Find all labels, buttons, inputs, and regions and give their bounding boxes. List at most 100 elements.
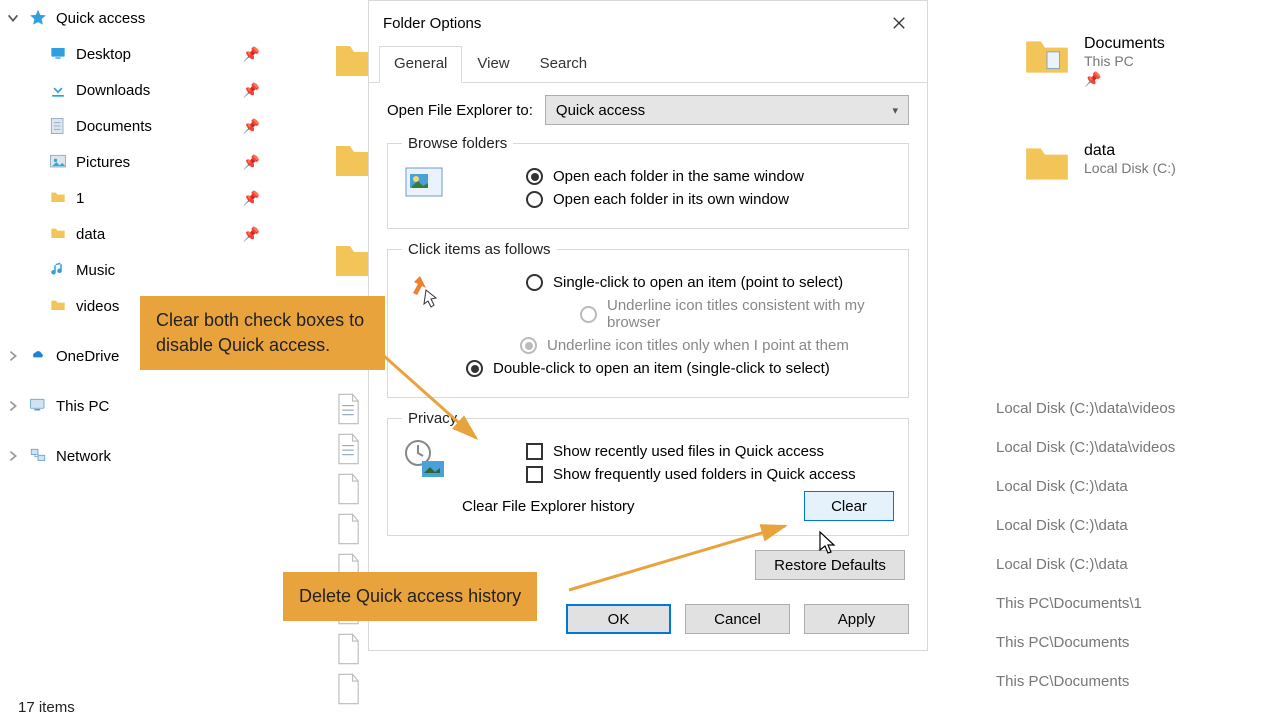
- folder-item-data[interactable]: data Local Disk (C:): [1022, 142, 1176, 184]
- recent-path[interactable]: Local Disk (C:)\data: [996, 478, 1128, 495]
- folder-icon: [1022, 142, 1072, 184]
- check-recent-files[interactable]: Show recently used files in Quick access: [462, 443, 894, 460]
- click-icon: [402, 268, 446, 312]
- callout-clear-checkboxes: Clear both check boxes to disable Quick …: [140, 296, 385, 370]
- nav-desktop[interactable]: Desktop 📌: [0, 36, 274, 72]
- radio-single-click[interactable]: Single-click to open an item (point to s…: [462, 274, 894, 291]
- desktop-icon: [48, 44, 68, 64]
- nav-label: Pictures: [76, 154, 130, 171]
- star-icon: [28, 8, 48, 28]
- file-icon[interactable]: [334, 392, 362, 426]
- cursor-icon: [818, 530, 838, 556]
- nav-label: Desktop: [76, 46, 131, 63]
- click-items-group: Click items as follows Single-click to o…: [387, 241, 909, 398]
- pin-icon: 📌: [243, 190, 260, 207]
- file-icon[interactable]: [334, 632, 362, 666]
- file-icon[interactable]: [334, 472, 362, 506]
- nav-label: Documents: [76, 118, 152, 135]
- folder-options-dialog: Folder Options General View Search Open …: [368, 0, 928, 651]
- nav-label: 1: [76, 190, 84, 207]
- browse-icon: [402, 162, 446, 206]
- clear-history-label: Clear File Explorer history: [462, 498, 635, 515]
- radio-underline-point: Underline icon titles only when I point …: [402, 337, 894, 354]
- nav-label: videos: [76, 298, 119, 315]
- chevron-down-icon: ▾: [892, 104, 898, 117]
- radio-icon: [526, 191, 543, 208]
- privacy-group: Privacy Show recently used files in Quic…: [387, 410, 909, 536]
- recent-path[interactable]: This PC\Documents: [996, 634, 1129, 651]
- ok-button[interactable]: OK: [566, 604, 671, 634]
- nav-downloads[interactable]: Downloads 📌: [0, 72, 274, 108]
- recent-path[interactable]: Local Disk (C:)\data: [996, 556, 1128, 573]
- radio-icon: [520, 337, 537, 354]
- folder-icon: [1022, 35, 1072, 77]
- nav-label: Downloads: [76, 82, 150, 99]
- cancel-button[interactable]: Cancel: [685, 604, 790, 634]
- file-icon[interactable]: [334, 432, 362, 466]
- tab-general[interactable]: General: [379, 46, 462, 83]
- browse-folders-group: Browse folders Open each folder in the s…: [387, 135, 909, 229]
- dialog-titlebar[interactable]: Folder Options: [369, 1, 927, 45]
- tab-view[interactable]: View: [462, 46, 524, 83]
- recent-path[interactable]: This PC\Documents\1: [996, 595, 1142, 612]
- nav-pictures[interactable]: Pictures 📌: [0, 144, 274, 180]
- close-button[interactable]: [881, 5, 917, 41]
- thispc-icon: [28, 396, 48, 416]
- clear-button[interactable]: Clear: [804, 491, 894, 521]
- recent-path[interactable]: Local Disk (C:)\data\videos: [996, 400, 1175, 417]
- onedrive-icon: [28, 346, 48, 366]
- folder-icon: [48, 188, 68, 208]
- radio-same-window[interactable]: Open each folder in the same window: [462, 168, 894, 185]
- radio-label: Underline icon titles consistent with my…: [607, 297, 894, 331]
- nav-folder-1[interactable]: 1 📌: [0, 180, 274, 216]
- nav-documents[interactable]: Documents 📌: [0, 108, 274, 144]
- privacy-icon: [402, 437, 446, 481]
- nav-music[interactable]: Music: [0, 252, 274, 288]
- nav-network[interactable]: Network: [0, 438, 274, 474]
- radio-label: Open each folder in the same window: [553, 168, 804, 185]
- nav-folder-data[interactable]: data 📌: [0, 216, 274, 252]
- check-label: Show frequently used folders in Quick ac…: [553, 466, 856, 483]
- pin-icon: 📌: [1084, 71, 1165, 88]
- pin-icon: 📌: [243, 82, 260, 99]
- radio-icon: [466, 360, 483, 377]
- nav-label: Music: [76, 262, 115, 279]
- recent-path[interactable]: This PC\Documents: [996, 673, 1129, 690]
- nav-label: Quick access: [56, 10, 145, 27]
- radio-double-click[interactable]: Double-click to open an item (single-cli…: [402, 360, 894, 377]
- nav-label: Network: [56, 448, 111, 465]
- nav-thispc[interactable]: This PC: [0, 388, 274, 424]
- radio-label: Single-click to open an item (point to s…: [553, 274, 843, 291]
- recent-path[interactable]: Local Disk (C:)\data\videos: [996, 439, 1175, 456]
- radio-icon: [526, 168, 543, 185]
- folder-item-documents[interactable]: Documents This PC 📌: [1022, 35, 1165, 88]
- check-label: Show recently used files in Quick access: [553, 443, 824, 460]
- radio-icon: [580, 306, 597, 323]
- chevron-right-icon: [6, 449, 20, 463]
- dialog-title: Folder Options: [383, 15, 481, 32]
- check-frequent-folders[interactable]: Show frequently used folders in Quick ac…: [462, 466, 894, 483]
- status-bar: 17 items: [18, 699, 75, 716]
- pictures-icon: [48, 152, 68, 172]
- file-icon[interactable]: [334, 672, 362, 706]
- folder-title: data: [1084, 142, 1176, 160]
- pin-icon: 📌: [243, 154, 260, 171]
- radio-label: Double-click to open an item (single-cli…: [493, 360, 830, 377]
- pin-icon: 📌: [243, 118, 260, 135]
- tab-search[interactable]: Search: [525, 46, 603, 83]
- documents-icon: [48, 116, 68, 136]
- music-icon: [48, 260, 68, 280]
- radio-underline-browser: Underline icon titles consistent with my…: [462, 297, 894, 331]
- apply-button[interactable]: Apply: [804, 604, 909, 634]
- chevron-down-icon: [6, 11, 20, 25]
- open-explorer-label: Open File Explorer to:: [387, 102, 533, 119]
- radio-own-window[interactable]: Open each folder in its own window: [462, 191, 894, 208]
- open-explorer-dropdown[interactable]: Quick access ▾: [545, 95, 909, 125]
- recent-path[interactable]: Local Disk (C:)\data: [996, 517, 1128, 534]
- downloads-icon: [48, 80, 68, 100]
- group-legend: Click items as follows: [402, 241, 557, 258]
- file-icon[interactable]: [334, 512, 362, 546]
- nav-quick-access[interactable]: Quick access: [0, 0, 274, 36]
- dialog-tabs: General View Search: [369, 45, 927, 83]
- network-icon: [28, 446, 48, 466]
